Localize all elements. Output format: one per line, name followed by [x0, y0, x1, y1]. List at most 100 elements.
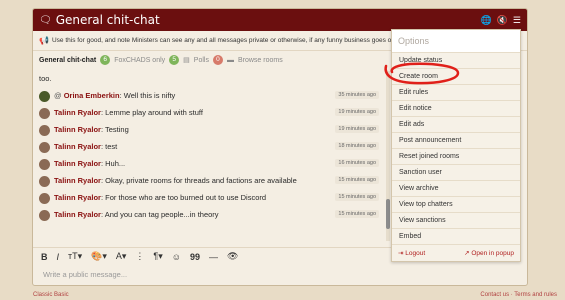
options-menu: Options Update status Create room Edit rul… — [391, 29, 521, 262]
message-row: Talinn Ryalor: Huh... 16 minutes ago — [39, 156, 379, 173]
menu-item-edit-notice[interactable]: Edit notice — [392, 100, 520, 116]
paragraph-button[interactable]: ¶▾ — [153, 251, 162, 262]
style-chooser-link[interactable]: Classic Basic — [33, 292, 69, 298]
options-menu-items: Update status Create room Edit rules Edit n… — [392, 52, 520, 244]
message-row: too. — [39, 71, 379, 88]
menu-item-create-room[interactable]: Create room — [392, 68, 520, 84]
message-row: Talinn Ryalor: Okay, private rooms for t… — [39, 173, 379, 190]
timestamp: 15 minutes ago — [335, 193, 379, 201]
options-menu-header: Options — [392, 30, 520, 52]
tab-count-badge: 6 — [100, 55, 111, 65]
message-body: Talinn Ryalor: Huh... — [54, 158, 329, 169]
footer-links[interactable]: Contact us · Terms and rules — [480, 292, 557, 298]
avatar[interactable] — [39, 108, 50, 119]
open-popup-label: Open in popup — [471, 249, 514, 257]
avatar[interactable] — [39, 210, 50, 221]
message-list[interactable]: too. @ Orina Emberkin: Well this is nifty… — [33, 71, 385, 241]
avatar[interactable] — [39, 142, 50, 153]
avatar[interactable] — [39, 159, 50, 170]
menu-icon[interactable]: ☰ — [513, 15, 521, 26]
message-row: Talinn Ryalor: And you can tag people...… — [39, 207, 379, 224]
message-body: Talinn Ryalor: For those who are too bur… — [54, 192, 329, 203]
username-link[interactable]: Talinn Ryalor — [54, 108, 101, 117]
mute-icon[interactable]: 🔇 — [497, 15, 508, 26]
polls-icon: ▤ — [183, 57, 190, 64]
menu-item-update-status[interactable]: Update status — [392, 52, 520, 68]
tab-browse-rooms[interactable]: Browse rooms — [238, 57, 283, 64]
message-text: : Okay, private rooms for threads and fa… — [100, 176, 297, 185]
scrollbar-thumb[interactable] — [386, 199, 390, 229]
message-row: Talinn Ryalor: Testing 19 minutes ago — [39, 122, 379, 139]
mention-prefix: @ — [54, 91, 62, 100]
avatar[interactable] — [39, 193, 50, 204]
message-row: Talinn Ryalor: test 18 minutes ago — [39, 139, 379, 156]
message-row: @ Orina Emberkin: Well this is nifty 35 m… — [39, 88, 379, 105]
emoji-icon[interactable]: ☺ — [172, 252, 181, 262]
room-title: General chit-chat — [55, 13, 160, 27]
message-body: Talinn Ryalor: And you can tag people...… — [54, 209, 329, 220]
username-link[interactable]: Talinn Ryalor — [54, 125, 101, 134]
message-text: : test — [100, 142, 118, 151]
menu-item-view-sanctions[interactable]: View sanctions — [392, 212, 520, 228]
editor-toolbar: B I тT▾ 🎨▾ A▾ ⋮ ¶▾ ☺ 99 — 👁 — [33, 247, 393, 265]
paint-icon[interactable]: 🎨▾ — [91, 251, 107, 262]
title-bar: 🗨 General chit-chat 🌐 🔇 ☰ — [33, 9, 527, 31]
message-body: Talinn Ryalor: test — [54, 141, 329, 152]
quote-icon[interactable]: 99 — [190, 252, 200, 262]
username-link[interactable]: Talinn Ryalor — [54, 176, 101, 185]
message-input[interactable]: Write a public message... — [37, 265, 387, 283]
logout-label: Logout — [405, 249, 426, 257]
message-text: : Testing — [100, 125, 129, 134]
open-popup-link[interactable]: ↗ Open in popup — [464, 249, 514, 257]
page-footer: Classic Basic Contact us · Terms and rul… — [0, 290, 565, 300]
text-size-button[interactable]: тT▾ — [68, 251, 82, 262]
menu-item-edit-rules[interactable]: Edit rules — [392, 84, 520, 100]
more-options-icon[interactable]: ⋮ — [135, 251, 144, 262]
username-link[interactable]: Talinn Ryalor — [54, 210, 101, 219]
username-link[interactable]: Talinn Ryalor — [54, 159, 101, 168]
menu-item-post-announcement[interactable]: Post announcement — [392, 132, 520, 148]
menu-item-edit-ads[interactable]: Edit ads — [392, 116, 520, 132]
menu-item-embed[interactable]: Embed — [392, 228, 520, 244]
italic-button[interactable]: I — [57, 252, 60, 262]
message-body: Talinn Ryalor: Testing — [54, 124, 329, 135]
tab-foxchads-only[interactable]: FoxCHADS only — [114, 57, 165, 64]
text-color-button[interactable]: A▾ — [116, 251, 127, 262]
megaphone-icon: 📢 — [39, 36, 49, 45]
menu-item-reset-joined-rooms[interactable]: Reset joined rooms — [392, 148, 520, 164]
message-body: Talinn Ryalor: Okay, private rooms for t… — [54, 175, 329, 186]
message-row: Talinn Ryalor: For those who are too bur… — [39, 190, 379, 207]
message-text: too. — [39, 74, 52, 83]
menu-item-view-archive[interactable]: View archive — [392, 180, 520, 196]
menu-item-view-top-chatters[interactable]: View top chatters — [392, 196, 520, 212]
avatar[interactable] — [39, 176, 50, 187]
message-text: : Huh... — [100, 159, 126, 168]
timestamp: 35 minutes ago — [335, 91, 379, 99]
logout-link[interactable]: ⇥ Logout — [398, 249, 425, 257]
timestamp: 15 minutes ago — [335, 210, 379, 218]
options-menu-footer: ⇥ Logout ↗ Open in popup — [392, 244, 520, 260]
menu-item-sanction-user[interactable]: Sanction user — [392, 164, 520, 180]
username-link[interactable]: Orina Emberkin — [64, 91, 120, 100]
tab-polls[interactable]: Polls — [194, 57, 209, 64]
message-text: : For those who are too burned out to us… — [100, 193, 267, 202]
message-scrollbar[interactable] — [386, 71, 390, 241]
bold-button[interactable]: B — [41, 252, 48, 262]
message-text: : And you can tag people...in theory — [100, 210, 219, 219]
avatar[interactable] — [39, 91, 50, 102]
tab-count-badge: 5 — [169, 55, 180, 65]
timestamp: 15 minutes ago — [335, 176, 379, 184]
timestamp: 16 minutes ago — [335, 159, 379, 167]
avatar[interactable] — [39, 125, 50, 136]
username-link[interactable]: Talinn Ryalor — [54, 193, 101, 202]
notice-text: Use this for good, and note Ministers ca… — [51, 37, 407, 44]
hide-icon[interactable]: 👁 — [227, 251, 238, 262]
timestamp: 19 minutes ago — [335, 108, 379, 116]
username-link[interactable]: Talinn Ryalor — [54, 142, 101, 151]
chat-bubbles-icon: 🗨 — [39, 14, 52, 26]
globe-icon[interactable]: 🌐 — [480, 15, 491, 26]
horizontal-rule-icon[interactable]: — — [209, 252, 218, 262]
message-text: : Well this is nifty — [119, 91, 176, 100]
tab-general-chit-chat[interactable]: General chit-chat — [39, 57, 96, 64]
message-body: @ Orina Emberkin: Well this is nifty — [54, 90, 329, 101]
